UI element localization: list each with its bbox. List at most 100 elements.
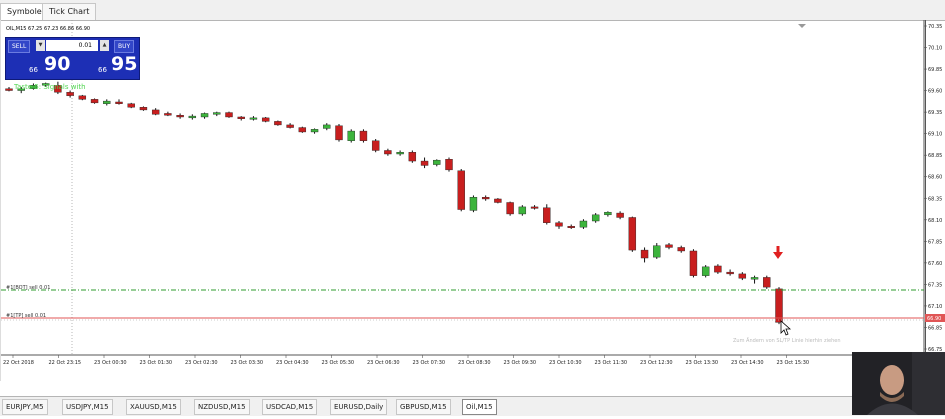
bull-candle: [323, 124, 331, 129]
tab-oil[interactable]: Oil,M15: [462, 399, 497, 415]
time-label: 22 Oct 23:15: [49, 360, 82, 366]
lot-increase-icon[interactable]: ▲: [100, 40, 109, 51]
bear-candle: [555, 222, 563, 227]
price-label: 67.10: [928, 304, 942, 310]
tp-drag-hint: Zum Ändern von SL/TP Linie hierhin ziehe…: [733, 338, 841, 344]
time-label: 23 Oct 02:30: [185, 360, 218, 366]
chart-shift-icon: [798, 24, 806, 28]
bull-candle: [433, 159, 441, 165]
bull-candle: [310, 129, 319, 133]
tab-usdjpy[interactable]: USDJPY,M15: [62, 399, 113, 415]
tab-nzdusd[interactable]: NZDUSD,M15: [194, 399, 250, 415]
bid-price-prefix: 66: [29, 66, 38, 74]
bear-candle: [494, 198, 502, 203]
time-label: 23 Oct 12:30: [640, 360, 673, 366]
candlestick-chart: 70.35 70.10 69.85 69.60 69.35 69.10 68.85 68.60…: [1, 20, 945, 366]
ask-price-prefix: 66: [98, 66, 107, 74]
bear-candle: [420, 160, 429, 166]
time-label: 23 Oct 03:30: [231, 360, 264, 366]
ask-price[interactable]: 95: [111, 53, 137, 75]
time-label: 22 Oct 2018: [3, 360, 34, 366]
price-label: 68.35: [928, 196, 942, 202]
buy-button[interactable]: BUY: [114, 40, 135, 53]
time-label: 23 Oct 01:30: [140, 360, 173, 366]
tab-tick-chart[interactable]: Tick Chart: [42, 3, 97, 20]
bear-candle: [665, 244, 673, 248]
bear-candle: [286, 124, 294, 128]
time-label: 23 Oct 07:30: [413, 360, 446, 366]
price-label: 69.60: [928, 89, 942, 95]
bid-price[interactable]: 90: [44, 53, 70, 75]
chart-header: OIL,M15 67.25 67.23 66.86 66.90: [6, 26, 91, 32]
bear-candle: [689, 250, 698, 276]
lot-size-value: 0.01: [78, 42, 92, 49]
bear-candle: [677, 247, 685, 252]
bear-candle: [237, 116, 245, 119]
price-label: 66.85: [928, 325, 942, 331]
bear-candle: [151, 109, 160, 115]
bull-candle: [579, 220, 588, 228]
bull-candle: [604, 211, 612, 216]
sell-signal-arrow-shaft: [776, 246, 780, 253]
sell-signal-arrow-icon: [773, 252, 783, 259]
price-label: 69.85: [928, 67, 942, 73]
price-label: 68.10: [928, 218, 942, 224]
bear-candle: [738, 273, 747, 279]
time-label: 23 Oct 09:30: [504, 360, 537, 366]
time-label: 23 Oct 05:30: [322, 360, 355, 366]
bear-candle: [408, 152, 417, 162]
time-label: 23 Oct 04:30: [276, 360, 309, 366]
bear-candle: [628, 217, 637, 251]
webcam-overlay: [852, 352, 945, 415]
bear-candle: [335, 125, 343, 141]
bull-candle: [701, 266, 710, 276]
bear-candle: [481, 196, 490, 200]
lot-decrease-icon[interactable]: ▼: [36, 40, 45, 51]
bear-candle: [127, 103, 135, 108]
bear-candle: [445, 159, 453, 171]
bull-candle: [249, 117, 258, 120]
bear-candle: [640, 249, 649, 259]
bear-candle: [139, 107, 148, 111]
bear-candle: [78, 95, 87, 100]
bear-candle: [530, 206, 539, 209]
bull-candle: [213, 112, 221, 115]
sell-button[interactable]: SELL: [8, 40, 31, 53]
current-price-label: 66.90: [927, 316, 941, 322]
tab-eurusd[interactable]: EURUSD,Daily: [330, 399, 388, 415]
bear-candle: [506, 202, 514, 215]
bull-candle: [653, 245, 661, 258]
one-click-trading-panel: SELL ▼ 0.01 ▲ BUY 66 90 66 95: [5, 37, 140, 80]
price-label: 69.10: [928, 132, 942, 138]
bull-candle: [347, 130, 355, 141]
bear-candle: [763, 277, 771, 288]
price-label: 70.10: [928, 46, 942, 52]
price-label: 67.85: [928, 239, 942, 245]
tab-eurjpy[interactable]: EURJPY,M5: [2, 399, 48, 415]
tab-xauusd[interactable]: XAUUSD,M15: [126, 399, 181, 415]
bear-candle: [176, 115, 184, 118]
bear-candle: [298, 127, 307, 133]
bull-candle: [469, 196, 478, 211]
bull-candle: [750, 277, 759, 280]
window-tab-bar: Symbole Tick Chart: [0, 0, 945, 21]
bear-candle: [543, 207, 551, 223]
time-label: 23 Oct 11:30: [595, 360, 628, 366]
bear-candle: [775, 288, 783, 323]
bear-candle: [66, 92, 74, 97]
upper-line-label: #1[BOT] sell 0.01: [6, 285, 51, 291]
bear-candle: [5, 88, 13, 91]
bull-candle: [103, 100, 111, 104]
tab-usdcad[interactable]: USDCAD,M15: [262, 399, 318, 415]
lot-size-input[interactable]: 0.01: [46, 40, 98, 51]
symbol-tab-bar: EURJPY,M5 USDJPY,M15 XAUUSD,M15 NZDUSD,M…: [0, 396, 945, 416]
bear-candle: [567, 226, 575, 228]
price-label: 70.35: [928, 24, 942, 30]
signal-text: Taste 5: Signals with: [14, 83, 86, 91]
time-label: 23 Oct 13:30: [686, 360, 719, 366]
bull-candle: [188, 115, 197, 119]
bull-candle: [200, 113, 209, 118]
tab-gbpusd[interactable]: GBPUSD,M15: [396, 399, 451, 415]
bear-candle: [384, 150, 392, 155]
bear-candle: [274, 121, 282, 126]
